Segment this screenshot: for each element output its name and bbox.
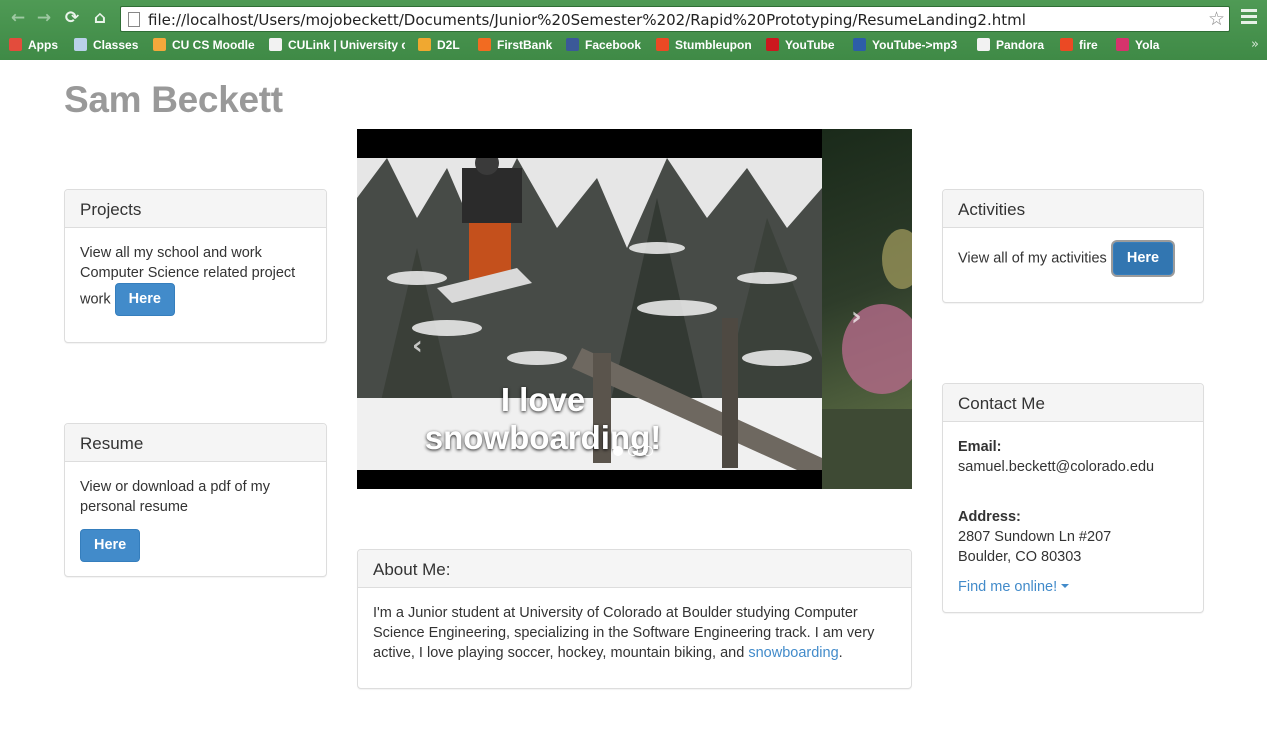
image-carousel[interactable]: I love snowboarding! ‹ › — [357, 129, 912, 489]
stumbleupon-icon — [1060, 38, 1073, 51]
bookmarks-bar: Apps Classes CU CS Moodle CULink | Unive… — [0, 36, 1267, 56]
forward-button[interactable]: → — [34, 8, 54, 28]
activities-panel: Activities View all of my activities Her… — [942, 189, 1204, 303]
bookmark-firstbank[interactable]: FirstBank — [478, 38, 552, 52]
bookmark-d2l[interactable]: D2L — [418, 38, 460, 52]
resume-here-button[interactable]: Here — [80, 529, 141, 562]
bookmark-facebook[interactable]: Facebook — [566, 38, 641, 52]
menu-icon[interactable] — [1241, 9, 1257, 27]
bookmark-fire[interactable]: fire — [1060, 38, 1098, 52]
carousel-caption: I love snowboarding! — [424, 381, 662, 456]
contact-panel: Contact Me Email: samuel.beckett@colorad… — [942, 383, 1204, 613]
bookmark-culink[interactable]: CULink | University o — [269, 38, 405, 52]
activities-heading: Activities — [943, 190, 1203, 228]
reload-button[interactable]: ⟳ — [62, 8, 82, 28]
caret-down-icon — [1061, 584, 1070, 588]
page-title: Sam Beckett — [64, 79, 283, 120]
projects-heading: Projects — [65, 190, 326, 228]
bookmark-yola[interactable]: Yola — [1116, 38, 1159, 52]
resume-heading: Resume — [65, 424, 326, 462]
find-me-online-link[interactable]: Find me online! — [958, 579, 1057, 595]
email-label: Email: — [958, 439, 1002, 455]
address-label: Address: — [958, 509, 1021, 525]
bookmark-cu-cs-moodle[interactable]: CU CS Moodle — [153, 38, 255, 52]
resume-panel: Resume View or download a pdf of my pers… — [64, 423, 327, 577]
bookmark-apps[interactable]: Apps — [9, 38, 58, 52]
carousel-next-icon[interactable]: › — [851, 302, 862, 332]
bookmark-star-icon[interactable]: ☆ — [1208, 8, 1225, 30]
d2l-icon — [418, 38, 431, 51]
contact-heading: Contact Me — [943, 384, 1203, 422]
folder-icon — [74, 38, 87, 51]
resume-text: View or download a pdf of my personal re… — [80, 479, 270, 515]
firstbank-icon — [478, 38, 491, 51]
activities-here-button[interactable]: Here — [1112, 242, 1174, 275]
yola-icon — [1116, 38, 1129, 51]
moodle-icon — [153, 38, 166, 51]
snowboarding-link[interactable]: snowboarding — [748, 645, 838, 661]
find-me-online-dropdown[interactable]: Find me online! — [958, 577, 1188, 597]
carousel-indicator-3[interactable] — [643, 446, 653, 456]
home-button[interactable]: ⌂ — [90, 8, 110, 28]
carousel-slide-snowboarding: I love snowboarding! ‹ — [357, 158, 822, 470]
projects-text: View all my school and work Computer Sci… — [80, 245, 296, 308]
carousel-next-slide-preview — [822, 129, 912, 489]
bookmarks-overflow-icon[interactable]: » — [1251, 37, 1259, 52]
bookmark-classes[interactable]: Classes — [74, 38, 138, 52]
bookmark-stumbleupon[interactable]: Stumbleupon — [656, 38, 752, 52]
bookmark-pandora[interactable]: Pandora — [977, 38, 1044, 52]
next-slide-photo — [822, 229, 912, 489]
address-line2: Boulder, CO 80303 — [958, 549, 1082, 565]
activities-text: View all of my activities — [958, 250, 1107, 267]
carousel-indicators — [613, 443, 658, 461]
youtube-icon — [766, 38, 779, 51]
email-value: samuel.beckett@colorado.edu — [958, 459, 1155, 475]
back-button[interactable]: ← — [8, 8, 28, 28]
yt-mp3-icon — [853, 38, 866, 51]
url-text[interactable]: file://localhost/Users/mojobeckett/Docum… — [148, 11, 1026, 29]
carousel-indicator-2[interactable] — [628, 446, 638, 456]
address-line1: 2807 Sundown Ln #207 — [958, 529, 1112, 545]
facebook-icon — [566, 38, 579, 51]
apps-grid-icon — [9, 38, 22, 51]
projects-here-button[interactable]: Here — [114, 283, 175, 316]
page-icon — [269, 38, 282, 51]
browser-chrome: ← → ⟳ ⌂ file://localhost/Users/mojobecke… — [0, 0, 1267, 60]
bookmark-youtube[interactable]: YouTube — [766, 38, 835, 52]
carousel-indicator-1[interactable] — [613, 446, 623, 456]
address-bar[interactable]: file://localhost/Users/mojobeckett/Docum… — [120, 6, 1230, 32]
pandora-icon — [977, 38, 990, 51]
about-heading: About Me: — [358, 550, 911, 588]
page-icon — [128, 12, 140, 27]
about-panel: About Me: I'm a Junior student at Univer… — [357, 549, 912, 689]
projects-panel: Projects View all my school and work Com… — [64, 189, 327, 343]
stumbleupon-icon — [656, 38, 669, 51]
bookmark-youtube-mp3[interactable]: YouTube->mp3 — [853, 38, 957, 52]
carousel-prev-icon[interactable]: ‹ — [412, 331, 423, 361]
